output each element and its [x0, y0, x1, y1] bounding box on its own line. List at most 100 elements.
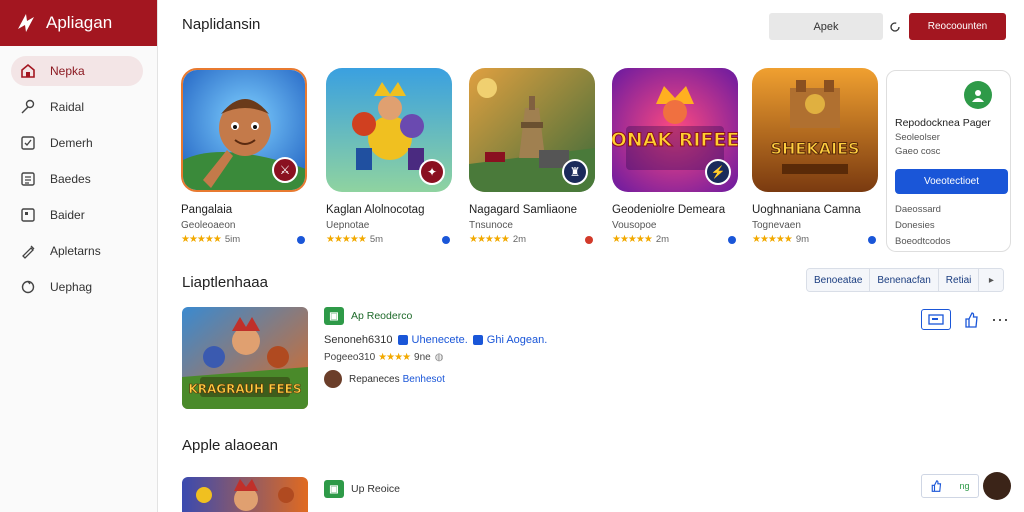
chevron-right-icon[interactable]: ▸ — [979, 269, 1004, 291]
info-icon: ◍ — [434, 352, 444, 363]
sidebar-item-nepka[interactable]: Nepka — [11, 56, 143, 86]
app-name: Nagagard Samliaone — [469, 204, 578, 216]
secondary-button[interactable]: Apek — [769, 13, 883, 40]
refresh-icon[interactable] — [884, 13, 906, 40]
app-thumbnail[interactable]: SHEKAIES — [752, 68, 878, 192]
tag-link[interactable]: Uhenecete. — [397, 334, 468, 346]
promo-subtitle-2: Gaeo cosc — [895, 146, 941, 157]
star-rating-icon: ★★★★ — [378, 352, 411, 363]
segment-button[interactable]: Benoeatae — [807, 269, 871, 291]
rating-count: 5im — [224, 234, 241, 245]
sidebar: Apliagan Nepka Raidal Demerh Baedes Baid… — [0, 0, 158, 512]
game-title-art: KRAGRAUH FEES — [188, 382, 301, 396]
sidebar-item-apletarns[interactable]: Apletarns — [11, 236, 143, 266]
app-badge-icon: ⚔ — [272, 157, 298, 183]
status-dot-icon — [728, 236, 736, 244]
category-badge: ▣ Ap Reoderco — [324, 307, 744, 325]
featured-info: ▣ Up Reoice — [324, 480, 744, 498]
tag-link[interactable]: Ghi Aogean. — [472, 334, 547, 346]
promo-info-3: Boeodtcodos — [895, 236, 951, 247]
lightning-logo-icon — [18, 14, 34, 32]
pin-icon — [19, 98, 37, 116]
page-title: Naplidansin — [182, 16, 261, 33]
sidebar-nav: Nepka Raidal Demerh Baedes Baider Apleta… — [0, 46, 157, 302]
app-thumbnail[interactable]: ✦ — [326, 68, 452, 192]
sidebar-item-uephag[interactable]: Uephag — [11, 272, 143, 302]
screen-button[interactable] — [921, 309, 951, 330]
promo-title: Repodocknea Pager — [895, 117, 991, 129]
app-developer: Geoleoaeon — [181, 220, 236, 231]
sidebar-item-baedes[interactable]: Baedes — [11, 164, 143, 194]
game-title-art: NONAK RIFEEN — [612, 129, 738, 151]
category-label: Ap Reoderco — [351, 310, 413, 322]
segment-button[interactable]: Retiai — [938, 269, 980, 291]
star-rating-icon: ★★★★★ — [752, 234, 793, 245]
app-name: Uoghnaniana Camna — [752, 204, 861, 216]
sidebar-item-label: Apletarns — [50, 244, 101, 258]
featured-meta: Senoneh6310 — [324, 334, 393, 346]
primary-button[interactable]: Reocoounten — [909, 13, 1006, 40]
sidebar-item-label: Raidal — [50, 100, 85, 114]
app-card[interactable]: ✦ Kaglan Alolnocotag Uepnotae ★★★★★ 5m — [326, 68, 454, 245]
app-thumbnail[interactable]: ⚔ — [181, 68, 307, 192]
like-icon — [932, 480, 942, 492]
app-developer: Uepnotae — [326, 220, 370, 231]
app-card[interactable]: SHEKAIES Uoghnaniana Camna Tognevaen ★★★… — [752, 68, 880, 245]
avatar — [324, 370, 342, 388]
featured-thumbnail[interactable]: KRAGRAUH FEES — [182, 307, 308, 409]
author-name: Repaneces — [349, 373, 400, 385]
sidebar-item-demerh[interactable]: Demerh — [11, 128, 143, 158]
checklist-icon — [19, 134, 37, 152]
rating-prefix: Pogeeo310 — [324, 352, 376, 363]
rating-count: 2m — [512, 234, 527, 245]
status-dot-icon — [442, 236, 450, 244]
like-button[interactable]: ng — [921, 474, 979, 498]
star-rating-icon: ★★★★★ — [469, 234, 510, 245]
author-link[interactable]: Benhesot — [403, 374, 445, 385]
avatar[interactable] — [983, 472, 1011, 500]
tag-label: Uhenecete. — [411, 334, 468, 346]
sidebar-item-label: Baedes — [50, 172, 91, 186]
star-rating-icon: ★★★★★ — [612, 234, 653, 245]
promo-info: Daeossard — [895, 204, 941, 215]
promo-action-button[interactable]: Voeotectioet — [895, 169, 1008, 194]
app-root: Apliagan Nepka Raidal Demerh Baedes Baid… — [0, 0, 1024, 512]
app-card[interactable]: ♜ Nagagard Samliaone Tnsunoce ★★★★★ 2m — [469, 68, 597, 245]
featured-thumbnail[interactable] — [182, 477, 308, 512]
like-count: ng — [959, 481, 970, 491]
app-developer: Tnsunoce — [469, 220, 513, 231]
app-rating: ★★★★★ 2m — [469, 234, 597, 245]
app-card[interactable]: NONAK RIFEEN ⚡ Geodeniolre Demeara Vouso… — [612, 68, 740, 245]
section-title: Liaptlenhaaa — [182, 274, 268, 291]
segment-button[interactable]: Benenacfan — [870, 269, 939, 291]
app-thumbnail[interactable]: NONAK RIFEEN ⚡ — [612, 68, 738, 192]
app-thumbnail[interactable]: ♜ — [469, 68, 595, 192]
sidebar-item-raidal[interactable]: Raidal — [11, 92, 143, 122]
pen-icon — [19, 242, 37, 260]
game-art — [182, 477, 308, 512]
app-name: Kaglan Alolnocotag — [326, 204, 425, 216]
status-dot-icon — [585, 236, 593, 244]
game-title-art: SHEKAIES — [770, 139, 859, 158]
star-rating-icon: ★★★★★ — [326, 234, 367, 245]
square-icon — [19, 206, 37, 224]
sidebar-item-baider[interactable]: Baider — [11, 200, 143, 230]
row-actions: ⋯ — [921, 309, 1010, 330]
status-dot-icon — [868, 236, 876, 244]
gamepad-icon: ▣ — [324, 480, 344, 498]
featured-info: ▣ Ap Reoderco Senoneh6310 Uhenecete. Ghi … — [324, 307, 744, 388]
app-developer: Tognevaen — [752, 220, 801, 231]
app-rating: ★★★★★ 5m — [326, 234, 454, 245]
home-icon — [19, 62, 37, 80]
more-options-icon[interactable]: ⋯ — [991, 311, 1010, 329]
like-icon[interactable] — [961, 310, 981, 330]
app-name: Pangalaia — [181, 204, 233, 216]
promo-card: Repodocknea Pager Seoleolser Gaeo cosc V… — [886, 70, 1011, 252]
brand-bar[interactable]: Apliagan — [0, 0, 157, 46]
app-card[interactable]: ⚔ Pangalaia Geoleoaeon ★★★★★ 5im — [181, 68, 309, 245]
category-label: Up Reoice — [351, 483, 401, 495]
gamepad-icon: ▣ — [324, 307, 344, 325]
status-dot-icon — [297, 236, 305, 244]
sidebar-item-label: Uephag — [50, 280, 93, 294]
rating-suffix: 9ne — [414, 352, 431, 363]
